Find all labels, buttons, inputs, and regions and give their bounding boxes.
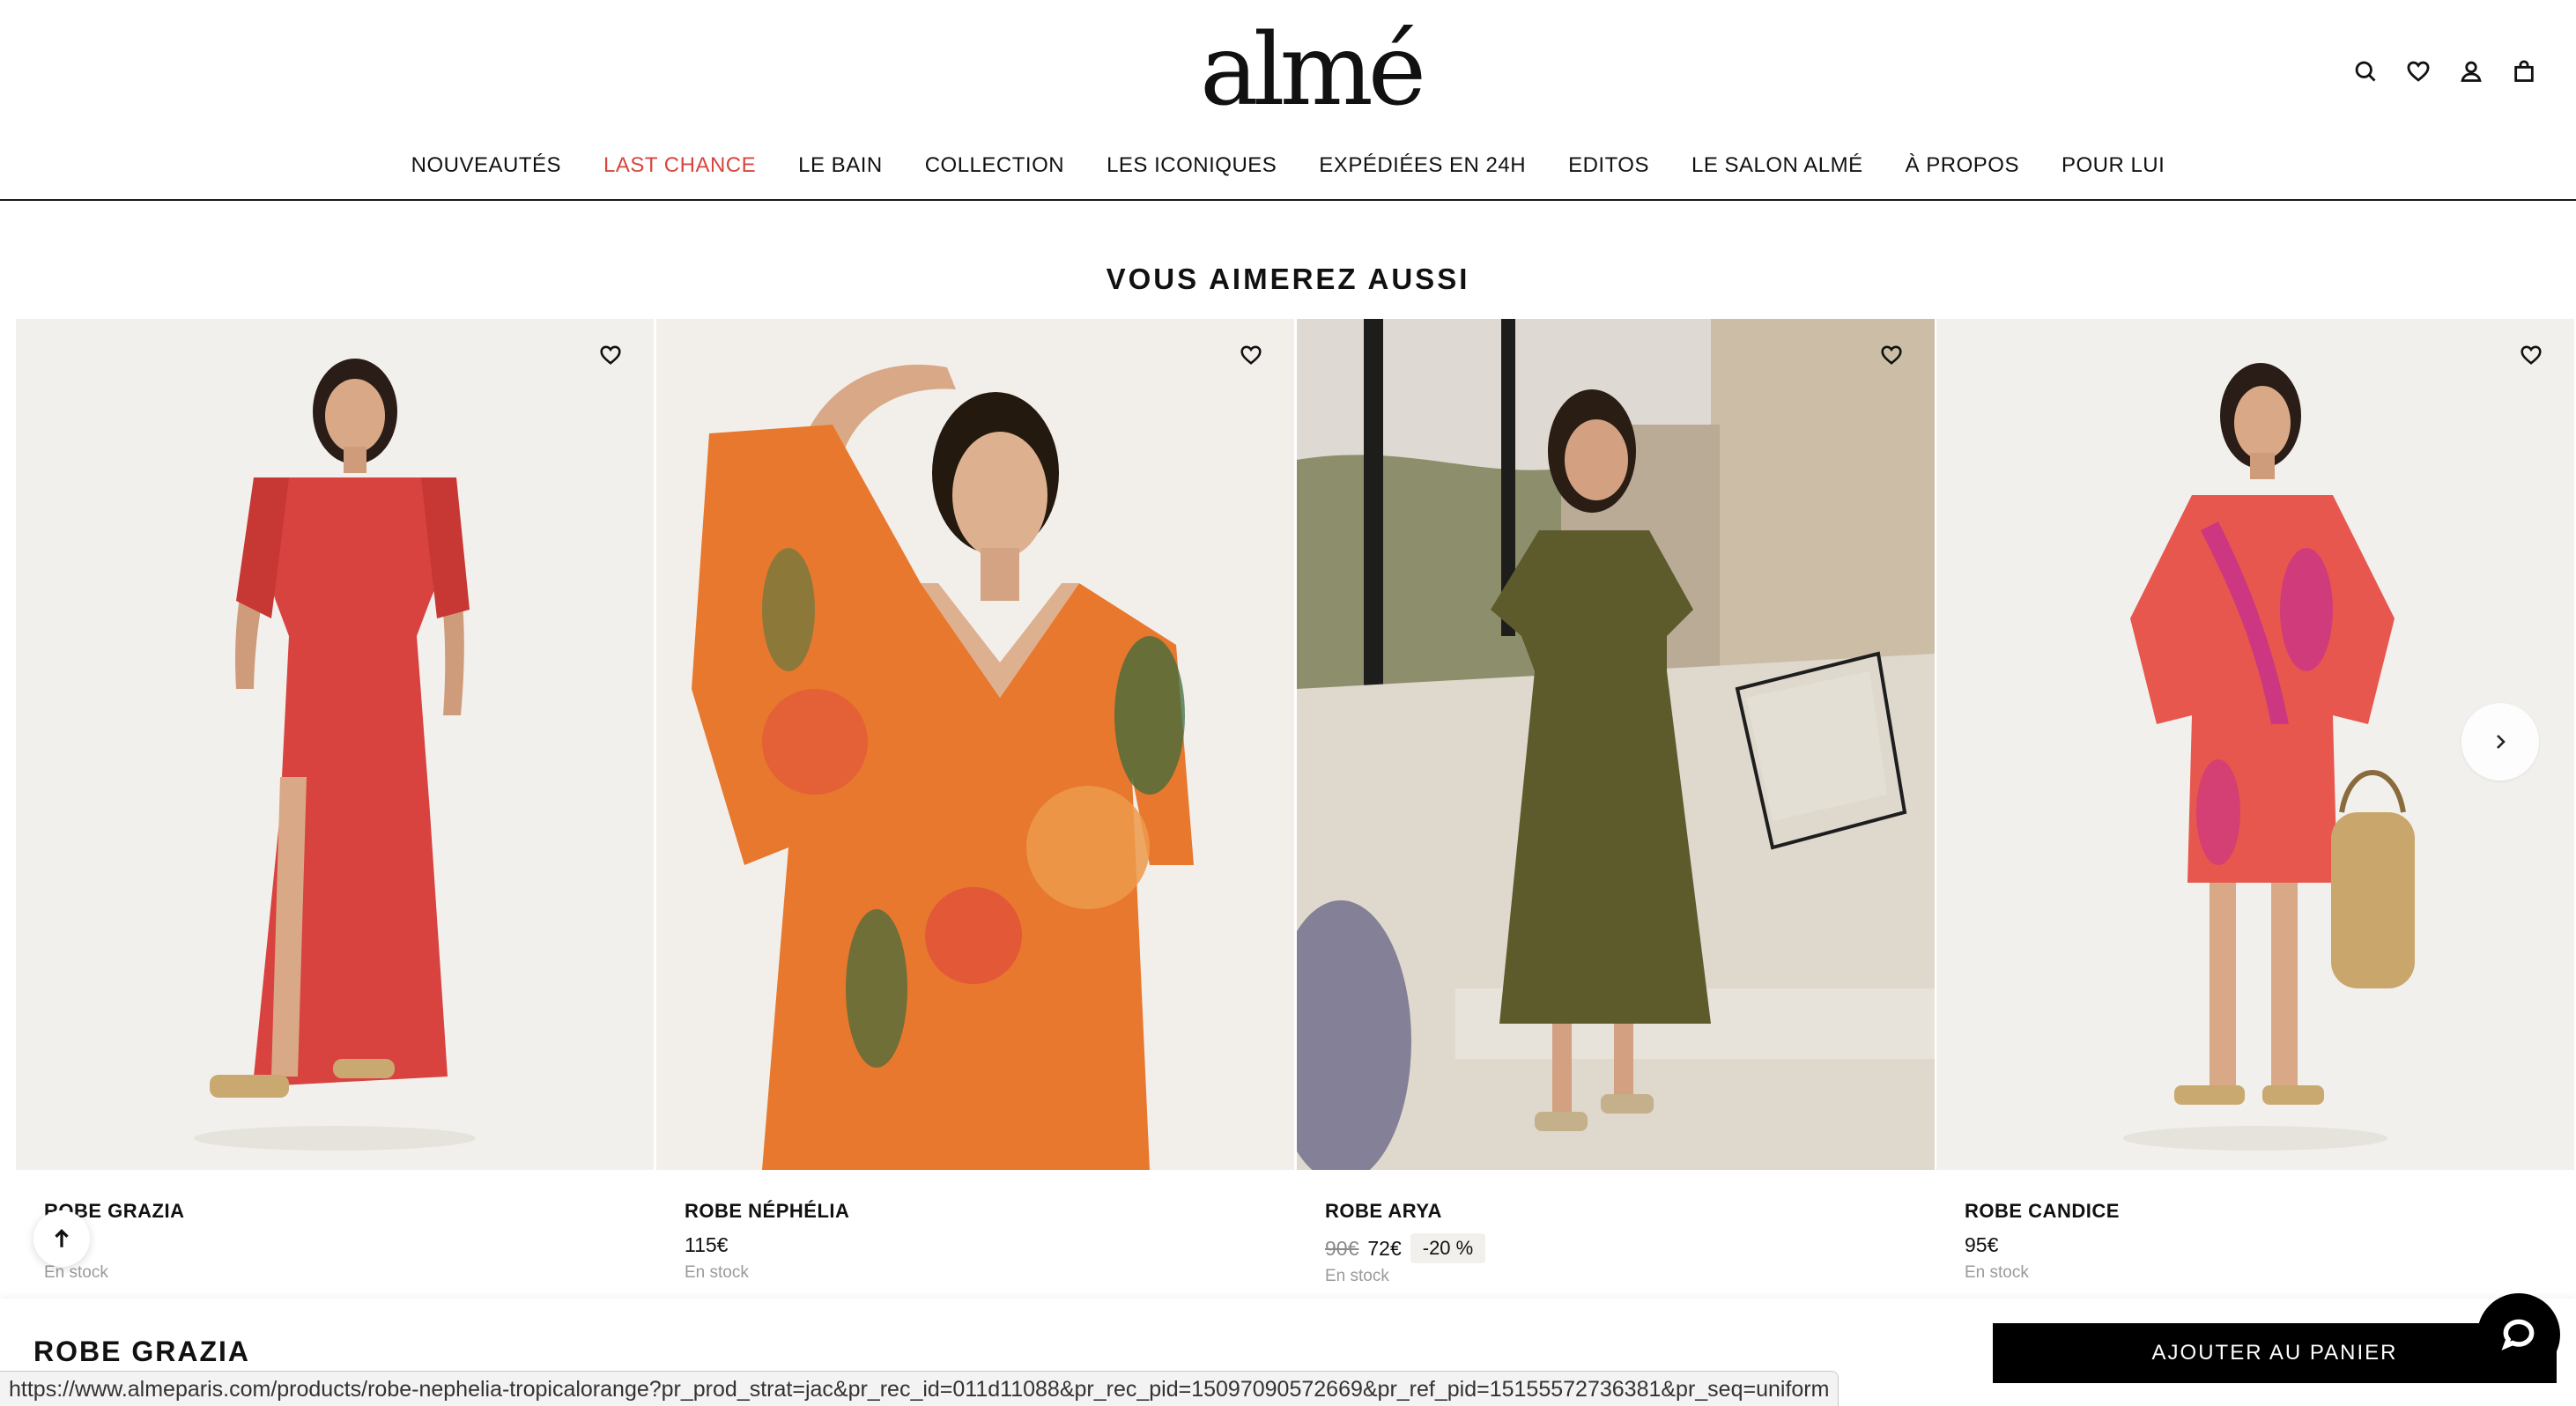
section-title: VOUS AIMEREZ AUSSI: [1106, 263, 1470, 295]
nav-item-expediees-24h[interactable]: EXPÉDIÉES EN 24H: [1319, 153, 1526, 178]
nav-item-le-bain[interactable]: LE BAIN: [798, 153, 883, 178]
chat-bubble-icon: [2501, 1319, 2535, 1350]
product-card-candice[interactable]: ROBE CANDICE 95€ En stock: [1936, 319, 2574, 1306]
wishlist-heart-icon[interactable]: [1880, 344, 1906, 370]
add-to-cart-button[interactable]: AJOUTER AU PANIER: [1993, 1323, 2557, 1383]
product-card-arya[interactable]: ROBE ARYA 90€ 72€ -20 % En stock: [1297, 319, 1935, 1306]
product-name[interactable]: ROBE NÉPHÉLIA: [685, 1200, 849, 1223]
product-image[interactable]: [1297, 319, 1935, 1170]
bag-icon[interactable]: [2511, 58, 2537, 85]
nav-item-last-chance[interactable]: LAST CHANCE: [603, 153, 756, 178]
nav-item-pour-lui[interactable]: POUR LUI: [2062, 153, 2165, 178]
wishlist-heart-icon[interactable]: [1240, 344, 1266, 370]
site-header: almé NOUVEAUTÉS LAST CHANCE LE BAIN COLL…: [0, 0, 2576, 201]
sticky-product-title: ROBE GRAZIA: [33, 1336, 250, 1367]
stock-status: En stock: [1325, 1267, 1389, 1285]
price-current: 95€: [1965, 1233, 1999, 1256]
product-image[interactable]: [656, 319, 1294, 1170]
nav-item-le-salon-alme[interactable]: LE SALON ALMÉ: [1691, 153, 1863, 178]
brand-logo[interactable]: almé: [1200, 18, 1426, 123]
price-original: 90€: [1325, 1236, 1359, 1260]
product-price: 90€ 72€ -20 %: [1325, 1233, 1486, 1263]
nav-item-les-iconiques[interactable]: LES ICONIQUES: [1107, 153, 1277, 178]
nav-item-collection[interactable]: COLLECTION: [925, 153, 1064, 178]
chat-button[interactable]: [2477, 1293, 2560, 1376]
product-card-grazia[interactable]: ROBE GRAZIA En stock: [16, 319, 654, 1306]
price-current: 115€: [685, 1233, 729, 1256]
stock-status: En stock: [685, 1263, 749, 1282]
product-image[interactable]: [16, 319, 654, 1170]
stock-status: En stock: [1965, 1263, 2029, 1282]
chevron-right-icon: [2497, 735, 2506, 749]
nav-item-editos[interactable]: EDITOS: [1568, 153, 1649, 178]
discount-badge: -20 %: [1410, 1233, 1486, 1263]
carousel-next-button[interactable]: [2461, 703, 2539, 781]
status-bar-url: https://www.almeparis.com/products/robe-…: [0, 1371, 1839, 1406]
heart-icon[interactable]: [2405, 58, 2432, 85]
product-price: 115€: [685, 1233, 728, 1257]
header-icons: [2352, 58, 2537, 85]
product-price: 95€: [1965, 1233, 1998, 1257]
arrow-up-icon: [55, 1229, 69, 1247]
price-current: 72€: [1367, 1236, 1402, 1260]
stock-status: En stock: [44, 1263, 108, 1282]
nav-item-nouveautes[interactable]: NOUVEAUTÉS: [411, 153, 561, 178]
main-navigation: NOUVEAUTÉS LAST CHANCE LE BAIN COLLECTIO…: [0, 153, 2576, 178]
product-card-nephelia[interactable]: ROBE NÉPHÉLIA 115€ En stock: [656, 319, 1294, 1306]
nav-item-a-propos[interactable]: À PROPOS: [1906, 153, 2019, 178]
product-name[interactable]: ROBE CANDICE: [1965, 1200, 2120, 1223]
user-icon[interactable]: [2458, 58, 2484, 85]
wishlist-heart-icon[interactable]: [2520, 344, 2546, 370]
wishlist-heart-icon[interactable]: [599, 344, 625, 370]
search-icon[interactable]: [2352, 58, 2379, 85]
product-name[interactable]: ROBE ARYA: [1325, 1200, 1442, 1223]
back-to-top-button[interactable]: [33, 1210, 90, 1267]
